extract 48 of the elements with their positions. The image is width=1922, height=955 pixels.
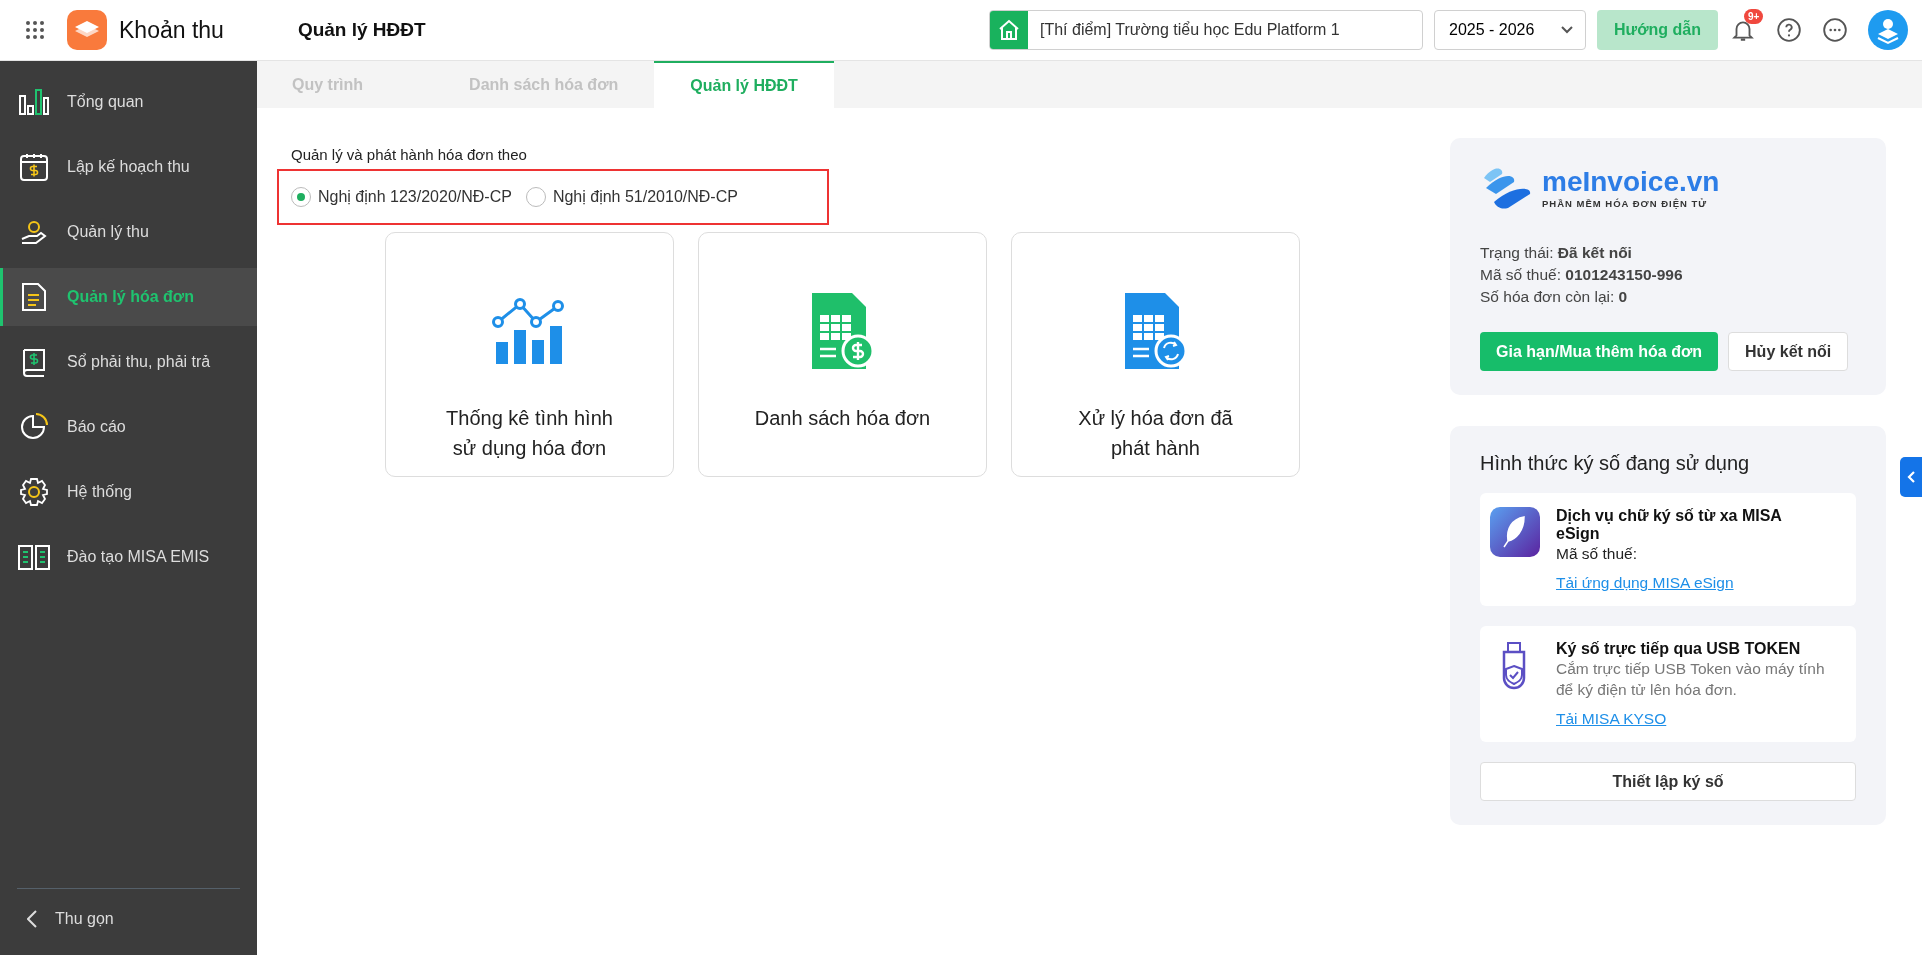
method-title: Ký số trực tiếp qua USB TOKEN [1556,640,1802,658]
sidebar-item[interactable]: Tổng quan [0,73,257,131]
download-link[interactable]: Tải MISA KYSO [1556,710,1667,728]
radio-option[interactable]: Nghị định 123/2020/NĐ-CP [291,187,512,207]
panel-toggle-button[interactable] [1900,457,1922,497]
sidebar-item[interactable]: Báo cáo [0,398,257,456]
school-year-dropdown[interactable]: 2025 - 2026 [1434,10,1586,50]
section-title: Hình thức ký số đang sử dụng [1480,452,1751,475]
method-title: Dịch vụ chữ ký số từ xa MISA eSign [1556,507,1783,543]
open-book-icon [17,543,51,571]
bar-chart-icon [17,88,51,116]
provider-detail: Mã số thuế: 0101243150-996 [1480,265,1684,285]
sidebar-item[interactable]: Hệ thống [0,463,257,521]
more-icon[interactable] [1822,17,1848,43]
home-icon [997,18,1021,42]
feather-app-icon [1490,507,1540,557]
signing-setup-button[interactable]: Thiết lập ký số [1480,762,1856,801]
collapse-button[interactable]: Thu gọn [17,888,240,949]
method-description: Mã số thuế: [1556,544,1638,564]
provider-detail: Số hóa đơn còn lại: 0 [1480,287,1629,307]
sidebar-item[interactable]: Đào tạo MISA EMIS [0,528,257,586]
provider-detail: Trạng thái: Đã kết nối [1480,243,1633,263]
brand-tagline: PHẦN MỀM HÓA ĐƠN ĐIỆN TỬ [1542,197,1709,209]
feature-card[interactable]: Xử lý hóa đơn đã phát hành [1011,232,1300,477]
disconnect-button[interactable]: Hủy kết nối [1728,332,1849,371]
app-name: Khoản thu [119,16,224,44]
feature-card[interactable]: Thống kê tình hình sử dụng hóa đơn [385,232,674,477]
settings-icon [17,477,51,507]
chevron-left-icon [27,910,37,928]
app-grid-icon[interactable] [25,20,45,40]
feature-card[interactable]: Danh sách hóa đơn [698,232,987,477]
sidebar-item[interactable]: Quản lý thu [0,203,257,261]
brand-name: meInvoice.vn [1542,165,1720,198]
radio-option[interactable]: Nghị định 51/2010/NĐ-CP [525,187,738,207]
calendar-dollar-icon [17,152,51,182]
notification-badge: 9+ [1744,9,1764,24]
app-logo-icon [67,10,107,50]
invoice-mode-label: Quản lý và phát hành hóa đơn theo [291,146,528,163]
sidebar-item[interactable]: Sổ phải thu, phải trả [0,333,257,391]
avatar-icon[interactable] [1868,10,1908,50]
school-selector[interactable]: [Thí điểm] Trường tiểu học Edu Platform 1 [989,10,1423,50]
help-icon[interactable] [1776,17,1802,43]
sidebar-item[interactable]: Quản lý hóa đơn [0,268,257,326]
chevron-left-icon [1907,471,1915,483]
sidebar-item[interactable]: Lập kế hoạch thu [0,138,257,196]
page-title: Quản lý HĐĐT [297,19,426,41]
method-description: Cắm trực tiếp USB Token vào máy tính để ký điện tử lên hóa đơn. [1556,659,1826,700]
chevron-down-icon [1561,26,1573,34]
